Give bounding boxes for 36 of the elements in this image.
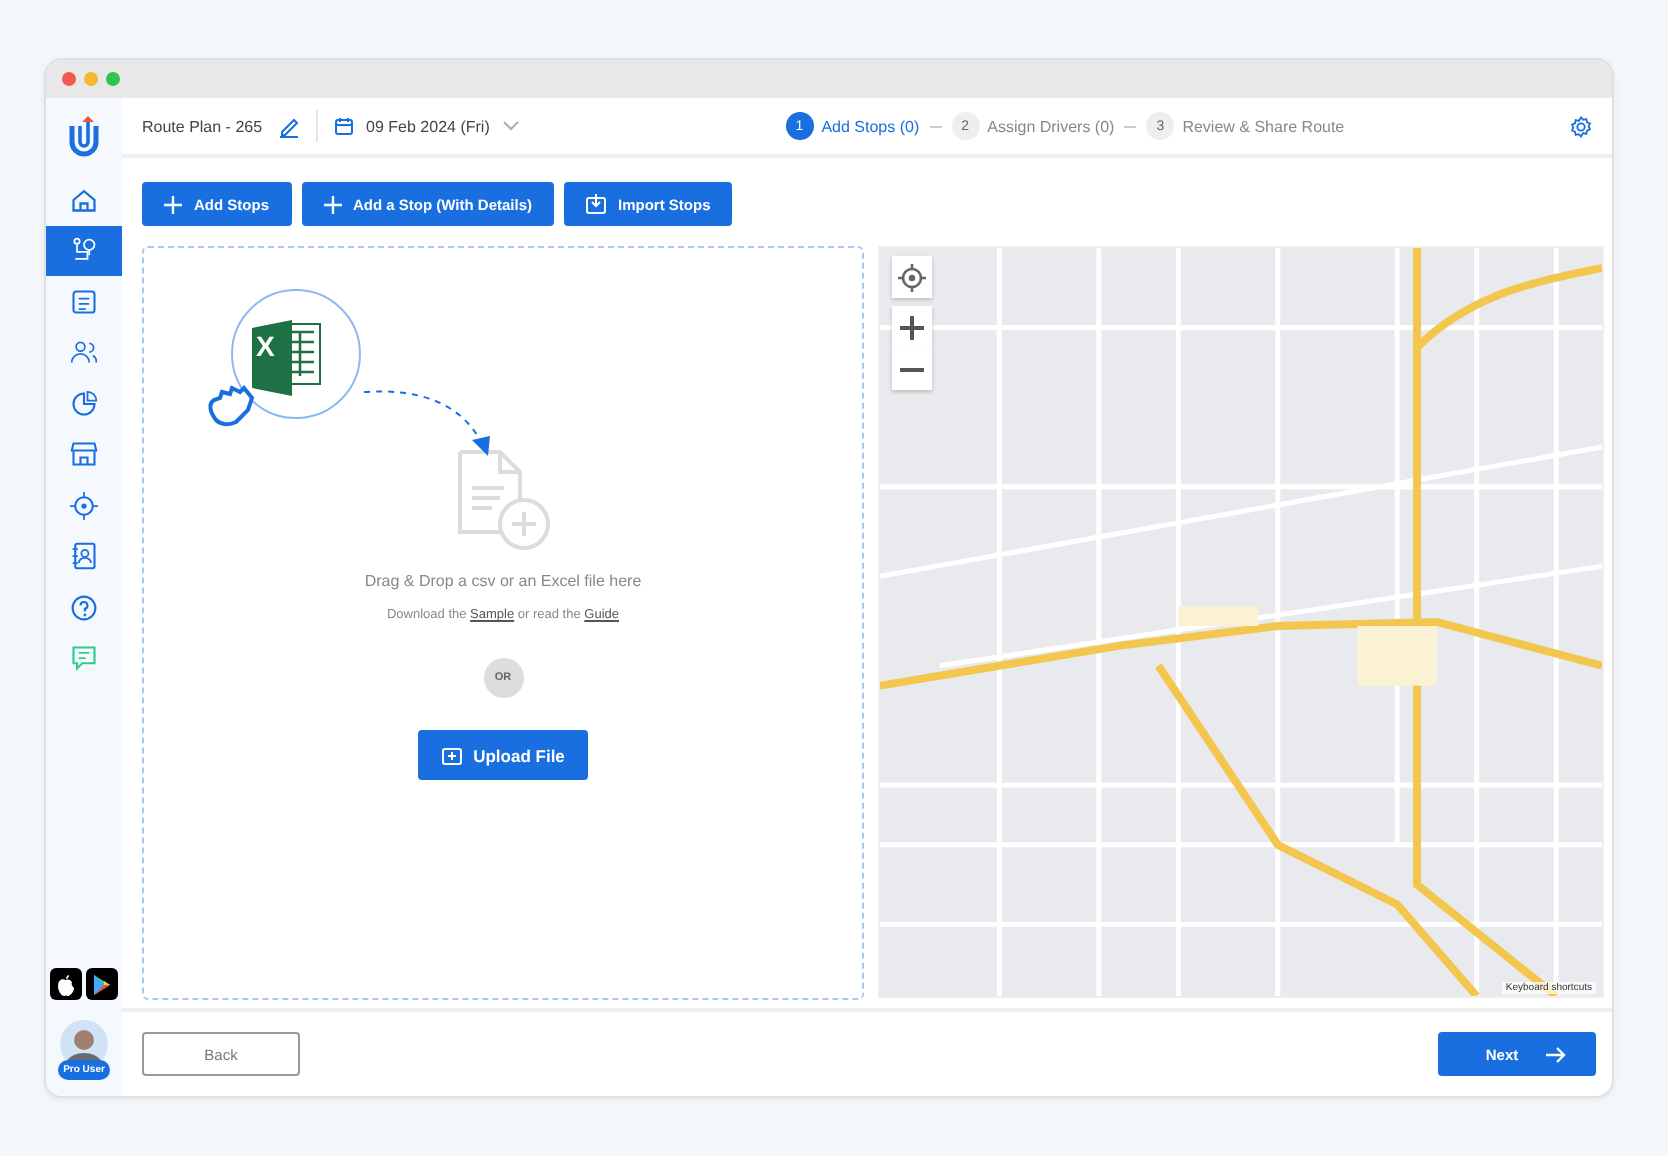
plan-title: Route Plan - 265 — [142, 117, 263, 135]
contact-book-icon — [70, 542, 98, 571]
upload-icon — [441, 745, 462, 765]
logo-icon — [66, 114, 102, 158]
import-icon — [586, 194, 607, 214]
apple-store-icon[interactable] — [50, 968, 82, 1000]
maximize-dot[interactable] — [106, 72, 120, 86]
settings-icon[interactable] — [1569, 115, 1592, 137]
close-dot[interactable] — [62, 72, 76, 86]
file-add-icon — [455, 448, 551, 552]
minimize-dot[interactable] — [84, 72, 98, 86]
checklist-icon — [70, 287, 98, 316]
users-icon — [70, 338, 98, 367]
crosshair-icon — [70, 491, 98, 520]
locate-icon[interactable] — [892, 256, 932, 298]
pie-chart-icon — [70, 389, 98, 418]
home-icon — [70, 185, 98, 214]
chevron-down-icon — [501, 120, 520, 132]
excel-letter: X — [256, 330, 275, 362]
calendar-icon — [334, 116, 355, 136]
plus-icon — [323, 195, 341, 213]
upload-file-button[interactable]: Upload File — [417, 730, 589, 780]
plus-icon — [164, 195, 182, 213]
drop-instruction: Drag & Drop a csv or an Excel file here — [364, 572, 642, 590]
edit-icon[interactable] — [278, 115, 301, 137]
help-icon — [70, 593, 98, 622]
zoom-out-icon[interactable] — [892, 348, 932, 390]
dashed-arrow-icon — [360, 384, 492, 460]
sidebar-item[interactable] — [46, 225, 122, 276]
zoom-in-icon[interactable] — [892, 306, 932, 348]
chat-icon — [70, 644, 98, 673]
play-store-icon[interactable] — [86, 968, 118, 1000]
date-picker[interactable]: 09 Feb 2024 (Fri) — [334, 116, 520, 136]
arrow-right-icon — [1546, 1045, 1567, 1063]
store-icon — [70, 440, 98, 469]
route-icon — [70, 236, 98, 265]
